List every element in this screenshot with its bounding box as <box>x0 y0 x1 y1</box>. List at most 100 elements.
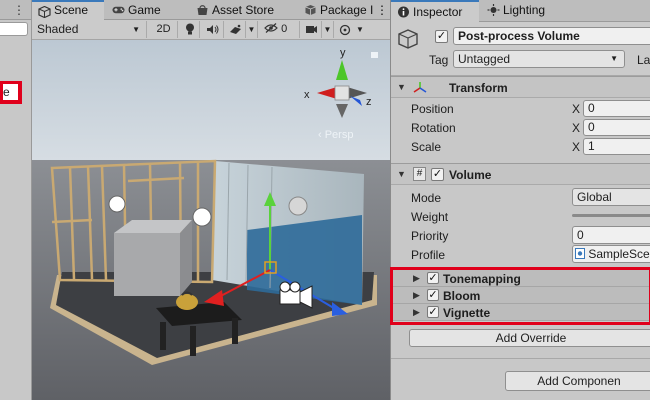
weight-slider[interactable] <box>572 214 650 217</box>
override-row-vignette[interactable]: ▶ ✓ Vignette <box>393 304 650 321</box>
transform-title: Transform <box>449 81 508 95</box>
rotation-x-axis-label: X <box>572 121 581 135</box>
scene-camera-button[interactable] <box>302 21 322 38</box>
effects-toggle-button[interactable] <box>226 21 246 38</box>
transform-icon <box>413 82 427 93</box>
scene-tab-bar: Scene Game Asset Store Package I ⋮ <box>32 0 390 20</box>
add-component-label: Add Componen <box>537 374 621 388</box>
scene-viewport[interactable]: y x z ‹ Persp <box>32 40 390 400</box>
override-row-bloom[interactable]: ▶ ✓ Bloom <box>393 287 650 304</box>
scale-label: Scale <box>411 140 442 154</box>
position-x-field[interactable]: 0 <box>583 100 650 117</box>
vignette-checkbox[interactable]: ✓ <box>427 306 439 318</box>
volume-component-header[interactable]: ▼ # ✓ Volume <box>391 163 650 185</box>
script-hash-icon: # <box>413 167 426 181</box>
lightbulb-icon <box>185 23 194 35</box>
tab-scene[interactable]: Scene <box>32 0 104 20</box>
gizmos-dropdown-caret[interactable]: ▼ <box>354 21 366 38</box>
tag-label: Tag <box>429 53 449 67</box>
gameobject-cube-icon <box>398 29 418 49</box>
tab-asset-store-label: Asset Store <box>212 3 275 17</box>
override-row-tonemapping[interactable]: ▶ ✓ Tonemapping <box>393 270 650 287</box>
gameobject-active-checkbox[interactable]: ✓ <box>435 30 448 43</box>
tab-game[interactable]: Game <box>106 0 188 20</box>
mode-value: Global <box>577 190 612 204</box>
scale-x-axis-label: X <box>572 140 581 154</box>
tab-package-manager-label: Package I <box>320 3 374 17</box>
tab-lighting-label: Lighting <box>503 3 546 17</box>
add-override-button[interactable]: Add Override <box>409 329 650 347</box>
position-label: Position <box>411 102 454 116</box>
foldout-expanded-icon[interactable]: ▼ <box>397 82 406 92</box>
vignette-label: Vignette <box>443 306 491 320</box>
bloom-checkbox[interactable]: ✓ <box>427 289 439 301</box>
rotation-x-field[interactable]: 0 <box>583 119 650 136</box>
effects-dropdown-caret[interactable]: ▼ <box>246 21 258 38</box>
toggle-2d-button[interactable]: 2D <box>150 21 178 38</box>
scene-visibility-button[interactable]: 0 <box>260 21 300 38</box>
tab-menu-icon[interactable]: ⋮ <box>376 0 388 20</box>
gizmo-y-label: y <box>340 47 346 59</box>
scene-icon <box>38 6 51 18</box>
speaker-icon <box>207 25 219 34</box>
gameobject-name-field[interactable]: Post-process Volume <box>453 27 650 45</box>
foldout-collapsed-icon[interactable]: ▶ <box>413 307 420 318</box>
component-divider <box>391 358 650 359</box>
hidden-objects-count: 0 <box>281 23 288 35</box>
hidden-eye-icon <box>264 23 278 33</box>
tab-asset-store[interactable]: Asset Store <box>190 0 296 20</box>
mode-label: Mode <box>411 191 442 205</box>
volume-title: Volume <box>449 168 492 182</box>
position-x-axis-label: X <box>572 102 581 116</box>
weight-label: Weight <box>411 210 449 224</box>
foldout-collapsed-icon[interactable]: ▶ <box>413 273 420 284</box>
scene-3d-view[interactable]: y x z ‹ Persp <box>32 40 390 400</box>
hierarchy-selected-item[interactable]: e <box>0 82 20 102</box>
camera-icon <box>306 26 317 33</box>
hierarchy-menu-icon[interactable]: ⋮ <box>13 3 25 17</box>
tab-scene-label: Scene <box>54 3 89 17</box>
add-override-label: Add Override <box>495 331 567 345</box>
lock-icon[interactable] <box>371 52 378 58</box>
foldout-expanded-icon[interactable]: ▼ <box>397 169 406 179</box>
camera-dropdown-caret[interactable]: ▼ <box>322 21 334 38</box>
chevron-down-icon: ▼ <box>247 25 256 34</box>
scale-x-field[interactable]: 1 <box>583 138 650 155</box>
shading-mode-dropdown[interactable]: Shaded ▼ <box>35 21 147 38</box>
chevron-down-icon: ▼ <box>132 25 140 34</box>
audio-toggle-button[interactable] <box>202 21 224 38</box>
gizmos-button[interactable] <box>336 21 354 38</box>
volume-enabled-checkbox[interactable]: ✓ <box>431 168 444 181</box>
rotation-x-value: 0 <box>588 120 595 134</box>
profile-object-field[interactable]: SampleScen <box>572 245 650 263</box>
shading-mode-label: Shaded <box>37 22 79 36</box>
transform-component-header[interactable]: ▼ Transform <box>391 76 650 98</box>
tab-lighting[interactable]: Lighting <box>481 0 567 22</box>
tonemapping-checkbox[interactable]: ✓ <box>427 272 439 284</box>
mode-dropdown[interactable]: Global <box>572 188 650 206</box>
hierarchy-search-input[interactable] <box>0 22 28 36</box>
hierarchy-panel: ⋮ e <box>0 0 32 400</box>
store-icon <box>197 5 208 15</box>
chevron-down-icon: ▼ <box>356 25 364 34</box>
hierarchy-tab-bar: ⋮ <box>0 0 31 20</box>
tab-inspector-label: Inspector <box>413 5 463 19</box>
game-controller-icon <box>112 6 125 14</box>
scene-panel: Scene Game Asset Store Package I ⋮ Shade… <box>32 0 390 400</box>
lighting-toggle-button[interactable] <box>180 21 200 38</box>
effects-icon <box>230 24 241 34</box>
foldout-collapsed-icon[interactable]: ▶ <box>413 290 420 301</box>
tab-inspector[interactable]: Inspector <box>391 0 479 22</box>
gizmo-z-label: z <box>366 96 372 108</box>
gizmo-x-label: x <box>304 89 310 101</box>
gizmos-icon <box>339 24 351 36</box>
priority-field[interactable]: 0 <box>572 226 650 244</box>
inspector-tab-bar: Inspector Lighting <box>391 0 650 22</box>
tag-dropdown[interactable]: Untagged ▼ <box>453 50 625 68</box>
chevron-down-icon: ▼ <box>610 54 618 63</box>
projection-label[interactable]: ‹ Persp <box>318 129 353 141</box>
profile-label: Profile <box>411 248 446 262</box>
hierarchy-selected-item-label: e <box>3 85 10 99</box>
tab-package-manager[interactable]: Package I ⋮ <box>298 0 390 20</box>
add-component-button[interactable]: Add Componen <box>505 371 650 391</box>
